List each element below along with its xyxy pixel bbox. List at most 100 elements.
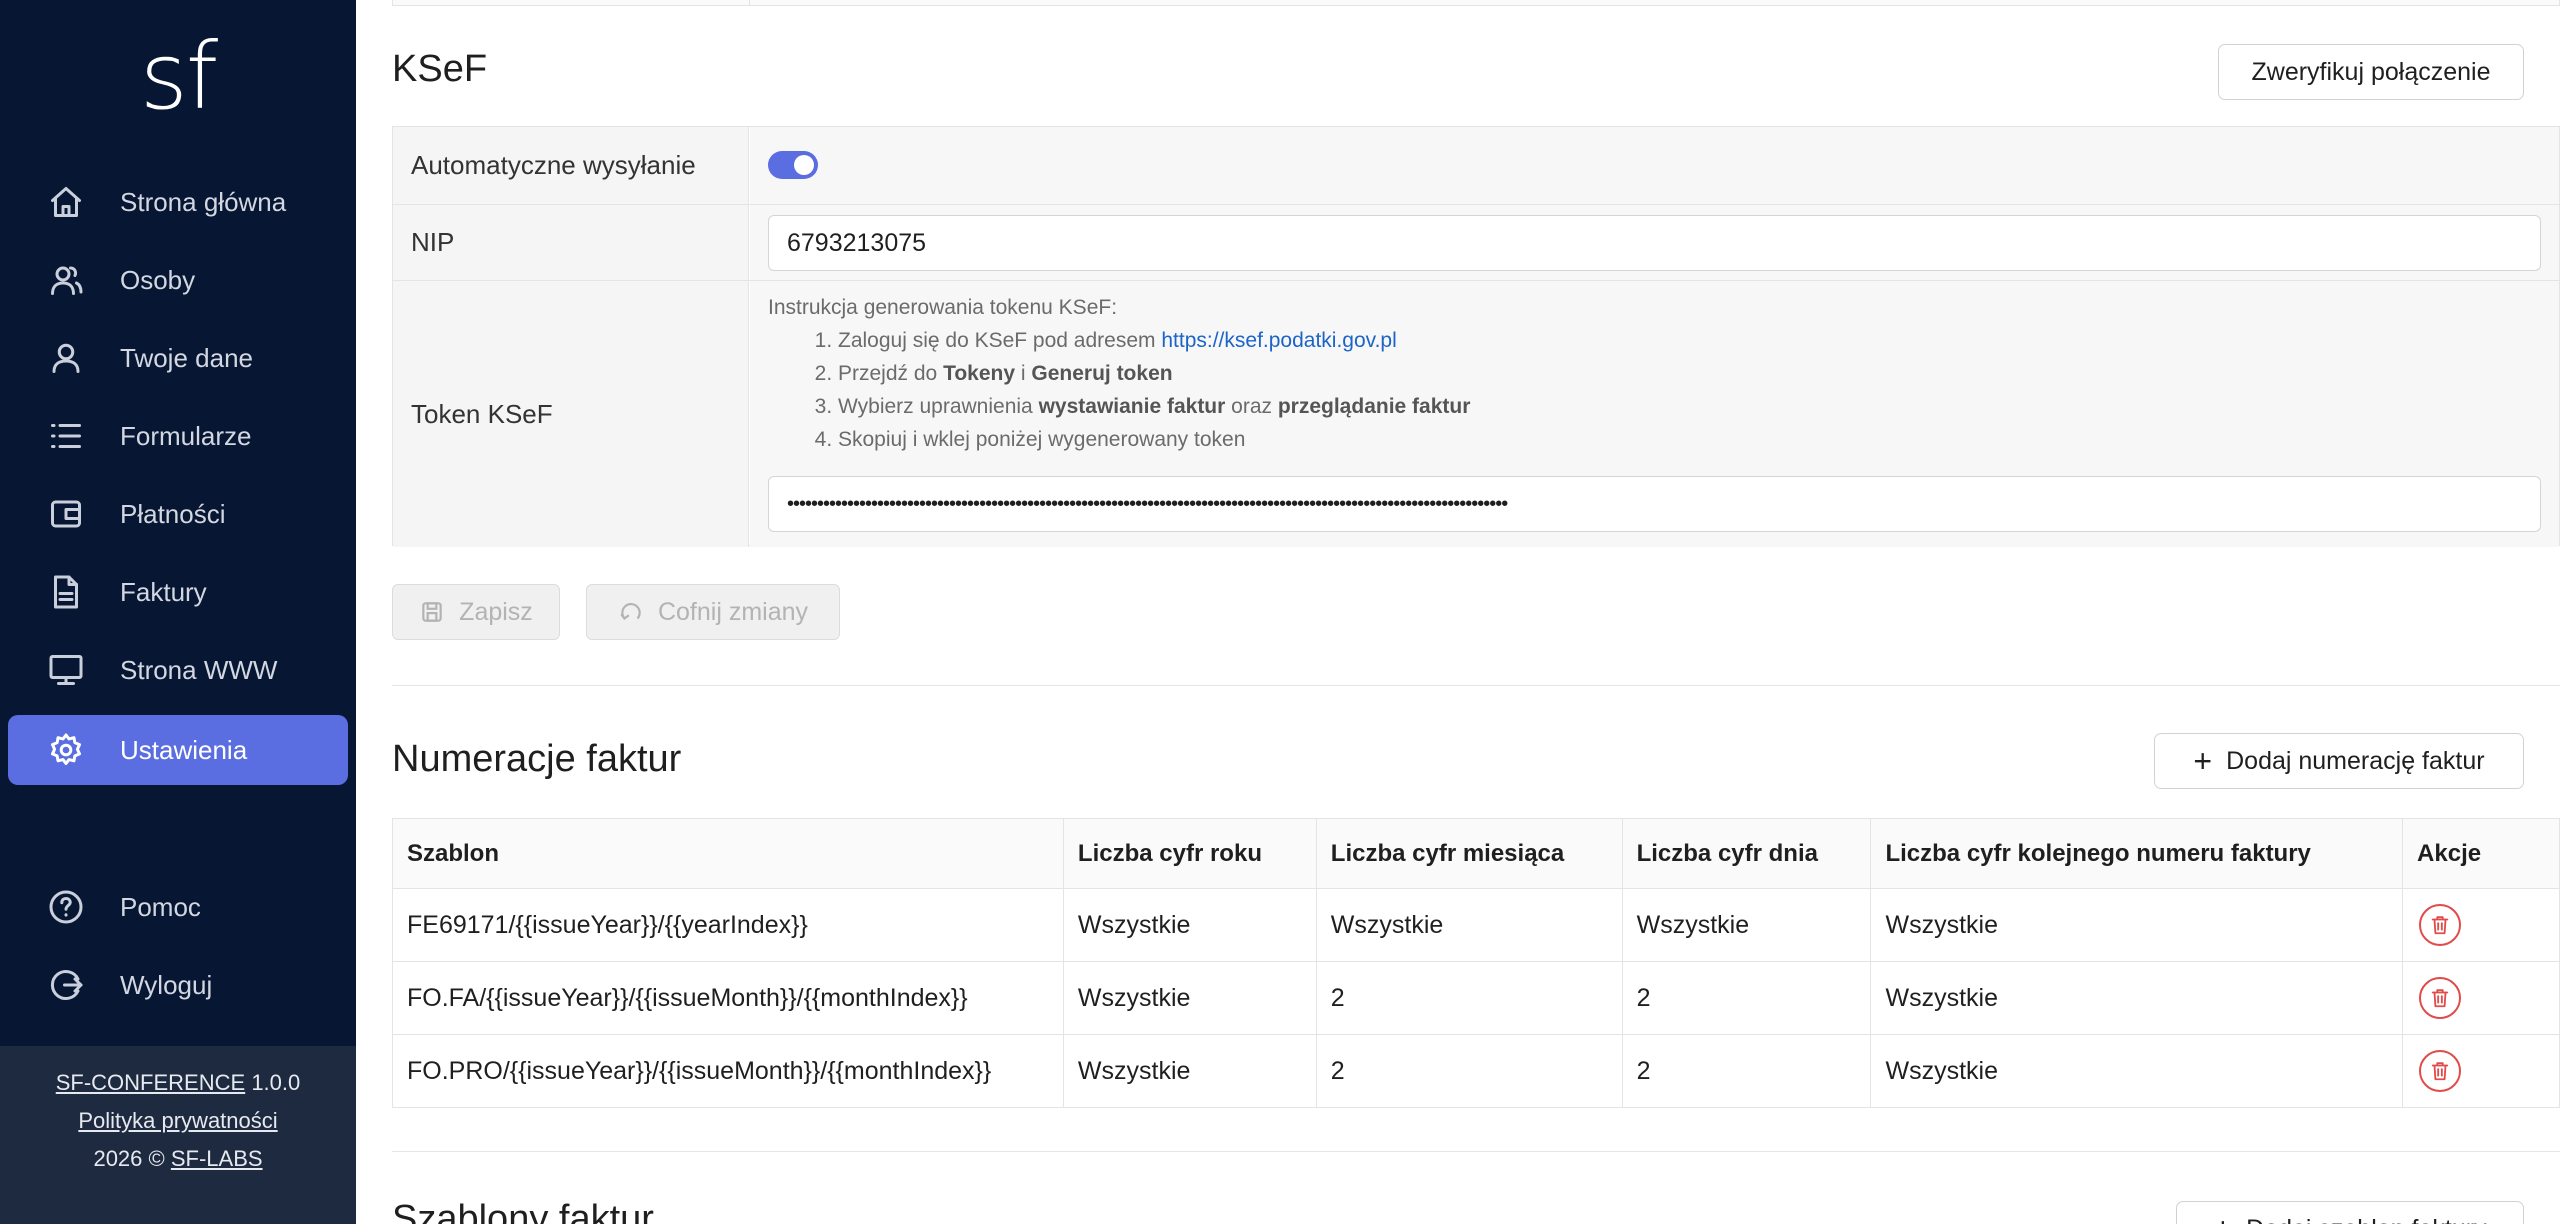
templates-section-title: Szablony faktur [392,1198,654,1224]
add-template-button[interactable]: + Dodaj szablon faktury [2176,1201,2524,1224]
sidebar-item-label: Ustawienia [120,735,248,765]
column-header: Szablon [392,818,1064,889]
sidebar-item-label: Faktury [120,577,207,607]
sidebar-footer: SF-CONFERENCE 1.0.0 Polityka prywatności… [0,1046,356,1224]
verify-connection-button[interactable]: Zweryfikuj połączenie [2218,44,2524,100]
numbering-section-title: Numeracje faktur [392,738,682,780]
auto-send-label: Automatyczne wysyłanie [393,127,749,204]
add-numbering-label: Dodaj numerację faktur [2226,746,2485,775]
add-template-label: Dodaj szablon faktury [2246,1215,2486,1224]
month-digits-cell: 2 [1315,961,1623,1035]
sidebar-item-logout[interactable]: Wyloguj [8,950,348,1020]
plus-icon: + [2193,743,2213,779]
table-row: FE69171/{{issueYear}}/{{yearIndex}} Wszy… [392,888,2560,962]
ksef-portal-link[interactable]: https://ksef.podatki.gov.pl [1161,329,1396,352]
ksef-settings-form: Automatyczne wysyłanie NIP 6793213075 To… [392,126,2560,547]
template-cell: FE69171/{{issueYear}}/{{yearIndex}} [392,888,1064,962]
users-icon [48,262,84,298]
sidebar-item-help[interactable]: Pomoc [8,872,348,942]
month-digits-cell: Wszystkie [1315,888,1623,962]
revert-button-label: Cofnij zmiany [657,597,809,626]
column-header: Liczba cyfr dnia [1621,818,1872,889]
privacy-policy-link[interactable]: Polityka prywatności [78,1108,277,1133]
section-divider [392,685,2560,686]
sidebar-item-label: Twoje dane [120,343,253,373]
column-header: Liczba cyfr miesiąca [1315,818,1623,889]
undo-icon [620,603,641,621]
nip-input[interactable]: 6793213075 [768,215,2541,271]
help-icon [48,889,84,925]
app-logo[interactable]: sf [0,22,356,132]
auto-send-row: Automatyczne wysyłanie [393,127,2559,205]
save-icon [422,602,442,622]
ksef-section-title: KSeF [392,48,488,90]
token-instructions: Instrukcja generowania tokenu KSeF: Zalo… [768,291,1470,456]
plus-icon: + [2213,1213,2232,1224]
token-label: Token KSeF [393,281,749,547]
user-icon [48,340,84,376]
actions-cell [2402,961,2560,1035]
sidebar-item-invoices[interactable]: Faktury [8,557,348,627]
year-digits-cell: Wszystkie [1062,1034,1317,1108]
year-digits-cell: Wszystkie [1062,888,1317,962]
sidebar-item-label: Osoby [120,265,196,295]
sidebar-item-website[interactable]: Strona WWW [8,635,348,705]
sidebar-item-label: Wyloguj [120,970,213,1000]
template-cell: FO.FA/{{issueYear}}/{{issueMonth}}/{{mon… [392,961,1064,1035]
nip-label: NIP [393,205,749,280]
revert-changes-button[interactable]: Cofnij zmiany [586,584,840,640]
app-name-link[interactable]: SF-CONFERENCE [56,1070,245,1095]
column-header: Liczba cyfr kolejnego numeru faktury [1870,818,2404,889]
save-button[interactable]: Zapisz [392,584,560,640]
template-cell: FO.PRO/{{issueYear}}/{{issueMonth}}/{{mo… [392,1034,1064,1108]
sidebar-item-forms[interactable]: Formularze [8,401,348,471]
sidebar-item-people[interactable]: Osoby [8,245,348,315]
instructions-title: Instrukcja generowania tokenu KSeF: [768,296,1118,319]
table-header-row: Szablon Liczba cyfr roku Liczba cyfr mie… [392,818,2560,889]
sidebar-item-label: Strona WWW [120,655,278,685]
previous-section-edge [392,0,2560,6]
table-row: FO.PRO/{{issueYear}}/{{issueMonth}}/{{mo… [392,1034,2560,1108]
index-digits-cell: Wszystkie [1870,961,2404,1035]
trash-icon [2431,916,2449,935]
nip-row: NIP 6793213075 [393,205,2559,281]
token-input[interactable]: ••••••••••••••••••••••••••••••••••••••••… [768,476,2541,532]
sidebar-item-home[interactable]: Strona główna [8,167,348,237]
document-icon [48,574,84,610]
instruction-step: Przejdź do Tokeny i Generuj token [838,357,1470,390]
list-icon [48,418,84,454]
year-digits-cell: Wszystkie [1062,961,1317,1035]
instruction-step: Wybierz uprawnienia wystawianie faktur o… [838,390,1470,423]
sidebar: sf Strona główna Osoby Twoje dane Formul… [0,0,356,1224]
delete-button[interactable] [2419,1050,2462,1092]
sidebar-item-settings[interactable]: Ustawienia [8,715,348,785]
column-header: Akcje [2402,818,2560,889]
gear-icon [48,732,84,768]
logout-icon [48,967,84,1003]
save-button-label: Zapisz [459,597,533,626]
monitor-icon [48,652,84,688]
add-numbering-button[interactable]: + Dodaj numerację faktur [2154,733,2524,789]
trash-icon [2431,989,2449,1008]
sidebar-item-label: Formularze [120,421,252,451]
delete-button[interactable] [2419,904,2462,946]
actions-cell [2402,1034,2560,1108]
instruction-step: Zaloguj się do KSeF pod adresem https://… [838,324,1470,357]
home-icon [48,184,84,220]
index-digits-cell: Wszystkie [1870,1034,2404,1108]
auto-send-toggle[interactable] [768,151,818,179]
month-digits-cell: 2 [1315,1034,1623,1108]
company-link[interactable]: SF-LABS [171,1146,263,1171]
delete-button[interactable] [2419,977,2462,1019]
day-digits-cell: 2 [1621,1034,1872,1108]
instruction-step: Skopiuj i wklej poniżej wygenerowany tok… [838,423,1470,456]
actions-cell [2402,888,2560,962]
section-divider [392,1151,2560,1152]
day-digits-cell: 2 [1621,961,1872,1035]
sidebar-item-payments[interactable]: Płatności [8,479,348,549]
numbering-table: Szablon Liczba cyfr roku Liczba cyfr mie… [392,818,2560,1108]
main-content: KSeF Zweryfikuj połączenie Automatyczne … [356,0,2560,1224]
app-version: 1.0.0 [251,1070,301,1095]
column-header: Liczba cyfr roku [1062,818,1317,889]
sidebar-item-your-data[interactable]: Twoje dane [8,323,348,393]
